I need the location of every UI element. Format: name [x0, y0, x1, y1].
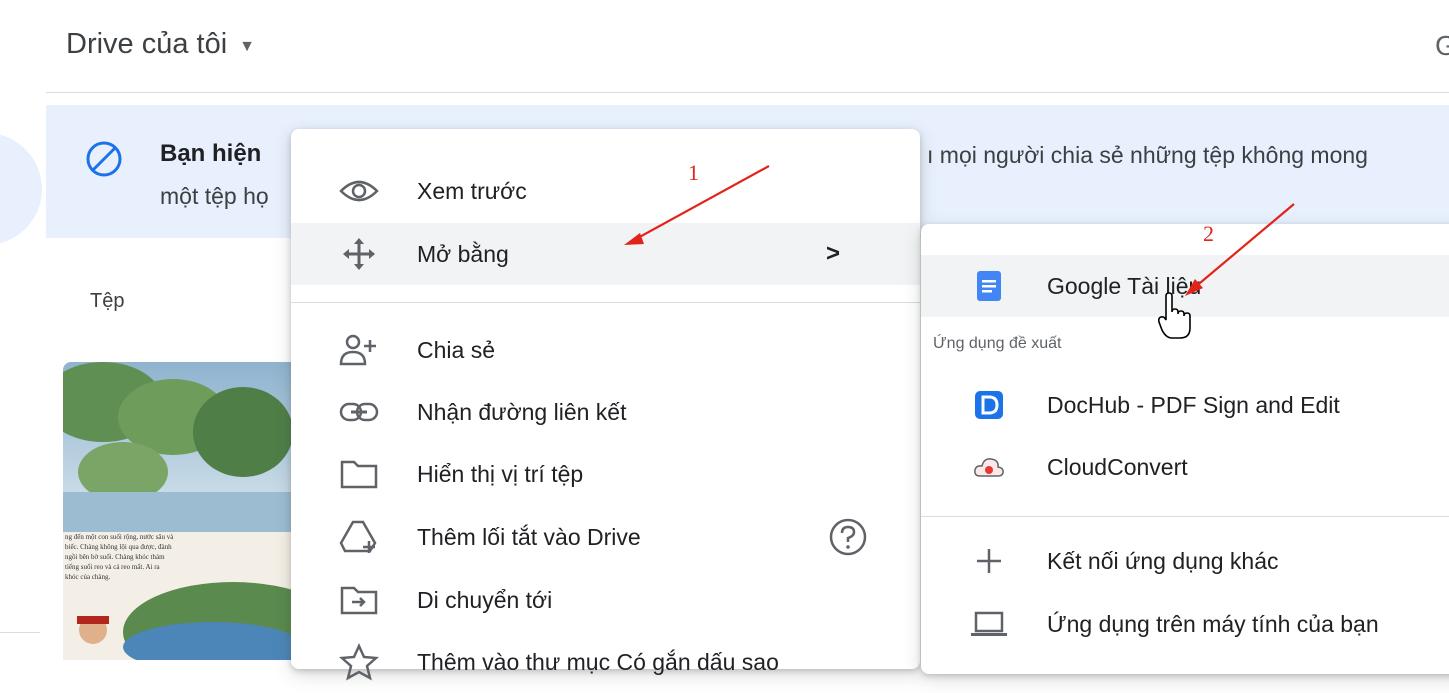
menu-item-label: Hiển thị vị trí tệp: [417, 460, 584, 487]
banner-text: ı mọi người chia sẻ những tệp không mong: [927, 142, 1368, 168]
sidebar-selected-pill[interactable]: [0, 133, 42, 245]
help-icon[interactable]: [828, 517, 868, 557]
submenu-item-cloudconvert[interactable]: CloudConvert: [921, 436, 1449, 498]
menu-item-show-location[interactable]: Hiển thị vị trí tệp: [291, 443, 920, 505]
submenu-item-label: Ứng dụng trên máy tính của bạn: [1047, 610, 1379, 637]
drive-header: Drive của tôi ▼ G: [0, 0, 1449, 94]
suggested-apps-heading: Ứng dụng đề xuất: [933, 335, 1062, 352]
menu-item-label: Xem trước: [417, 177, 527, 204]
submenu-divider: [921, 516, 1449, 517]
menu-item-label: Thêm lối tắt vào Drive: [417, 523, 641, 550]
menu-item-label: Thêm vào thư mục Có gắn dấu sao: [417, 648, 779, 675]
caret-down-icon: ▼: [239, 37, 256, 55]
link-icon: [339, 392, 379, 432]
menu-item-label: Di chuyển tới: [417, 586, 553, 613]
annotation-label-2: 2: [1203, 221, 1214, 246]
block-icon: [84, 139, 124, 179]
menu-divider: [291, 302, 920, 303]
move-arrows-icon: [339, 234, 379, 274]
google-docs-icon: [969, 266, 1009, 306]
page-title: Drive của tôi: [66, 28, 228, 60]
submenu-item-dochub[interactable]: DocHub - PDF Sign and Edit: [921, 374, 1449, 436]
menu-item-add-starred[interactable]: Thêm vào thư mục Có gắn dấu sao: [291, 631, 920, 693]
eye-icon: [339, 171, 379, 211]
dochub-icon: [969, 385, 1009, 425]
submenu-item-label: DocHub - PDF Sign and Edit: [1047, 391, 1340, 418]
cloudconvert-icon: [969, 447, 1009, 487]
menu-item-add-shortcut[interactable]: Thêm lối tắt vào Drive: [291, 506, 920, 568]
menu-item-label: Chia sẻ: [417, 336, 495, 363]
header-right-text: G: [1435, 30, 1449, 61]
submenu-item-connect-more-apps[interactable]: Kết nối ứng dụng khác: [921, 530, 1449, 592]
drive-title-dropdown[interactable]: Drive của tôi ▼: [66, 28, 255, 61]
folder-icon: [339, 454, 379, 494]
menu-item-open-with[interactable]: Mở bằng >: [291, 223, 920, 285]
menu-item-label: Nhận đường liên kết: [417, 398, 627, 425]
sidebar-divider: [0, 632, 40, 633]
menu-item-move-to[interactable]: Di chuyển tới: [291, 569, 920, 631]
menu-item-get-link[interactable]: Nhận đường liên kết: [291, 381, 920, 443]
annotation-label-1: 1: [688, 160, 699, 185]
add-person-icon: [339, 330, 379, 370]
menu-item-label: Mở bằng: [417, 240, 509, 267]
move-to-folder-icon: [339, 580, 379, 620]
submenu-item-label: CloudConvert: [1047, 453, 1188, 480]
files-section-label: Tệp: [90, 290, 125, 312]
menu-item-preview[interactable]: Xem trước: [291, 160, 920, 222]
header-divider: [46, 92, 1449, 93]
thumbnail-caption: ng đến một con suối rộng, nước sâu và bi…: [65, 533, 174, 581]
context-menu: Xem trước Mở bằng > Chia sẻ Nhận đường l…: [291, 129, 920, 681]
submenu-item-label: Kết nối ứng dụng khác: [1047, 547, 1279, 574]
banner-text-second-line: một tệp họ: [160, 183, 269, 209]
drive-shortcut-icon: [339, 517, 379, 557]
laptop-icon: [969, 604, 1009, 644]
submenu-item-desktop-apps[interactable]: Ứng dụng trên máy tính của bạn: [921, 593, 1449, 655]
file-thumbnail[interactable]: ng đến một con suối rộng, nước sâu và bi…: [63, 362, 303, 660]
plus-icon: [969, 541, 1009, 581]
star-icon: [339, 642, 379, 682]
menu-item-share[interactable]: Chia sẻ: [291, 319, 920, 381]
chevron-right-icon: >: [826, 240, 841, 267]
hand-cursor-icon: [1158, 292, 1191, 339]
banner-title: Bạn hiện: [160, 140, 262, 167]
